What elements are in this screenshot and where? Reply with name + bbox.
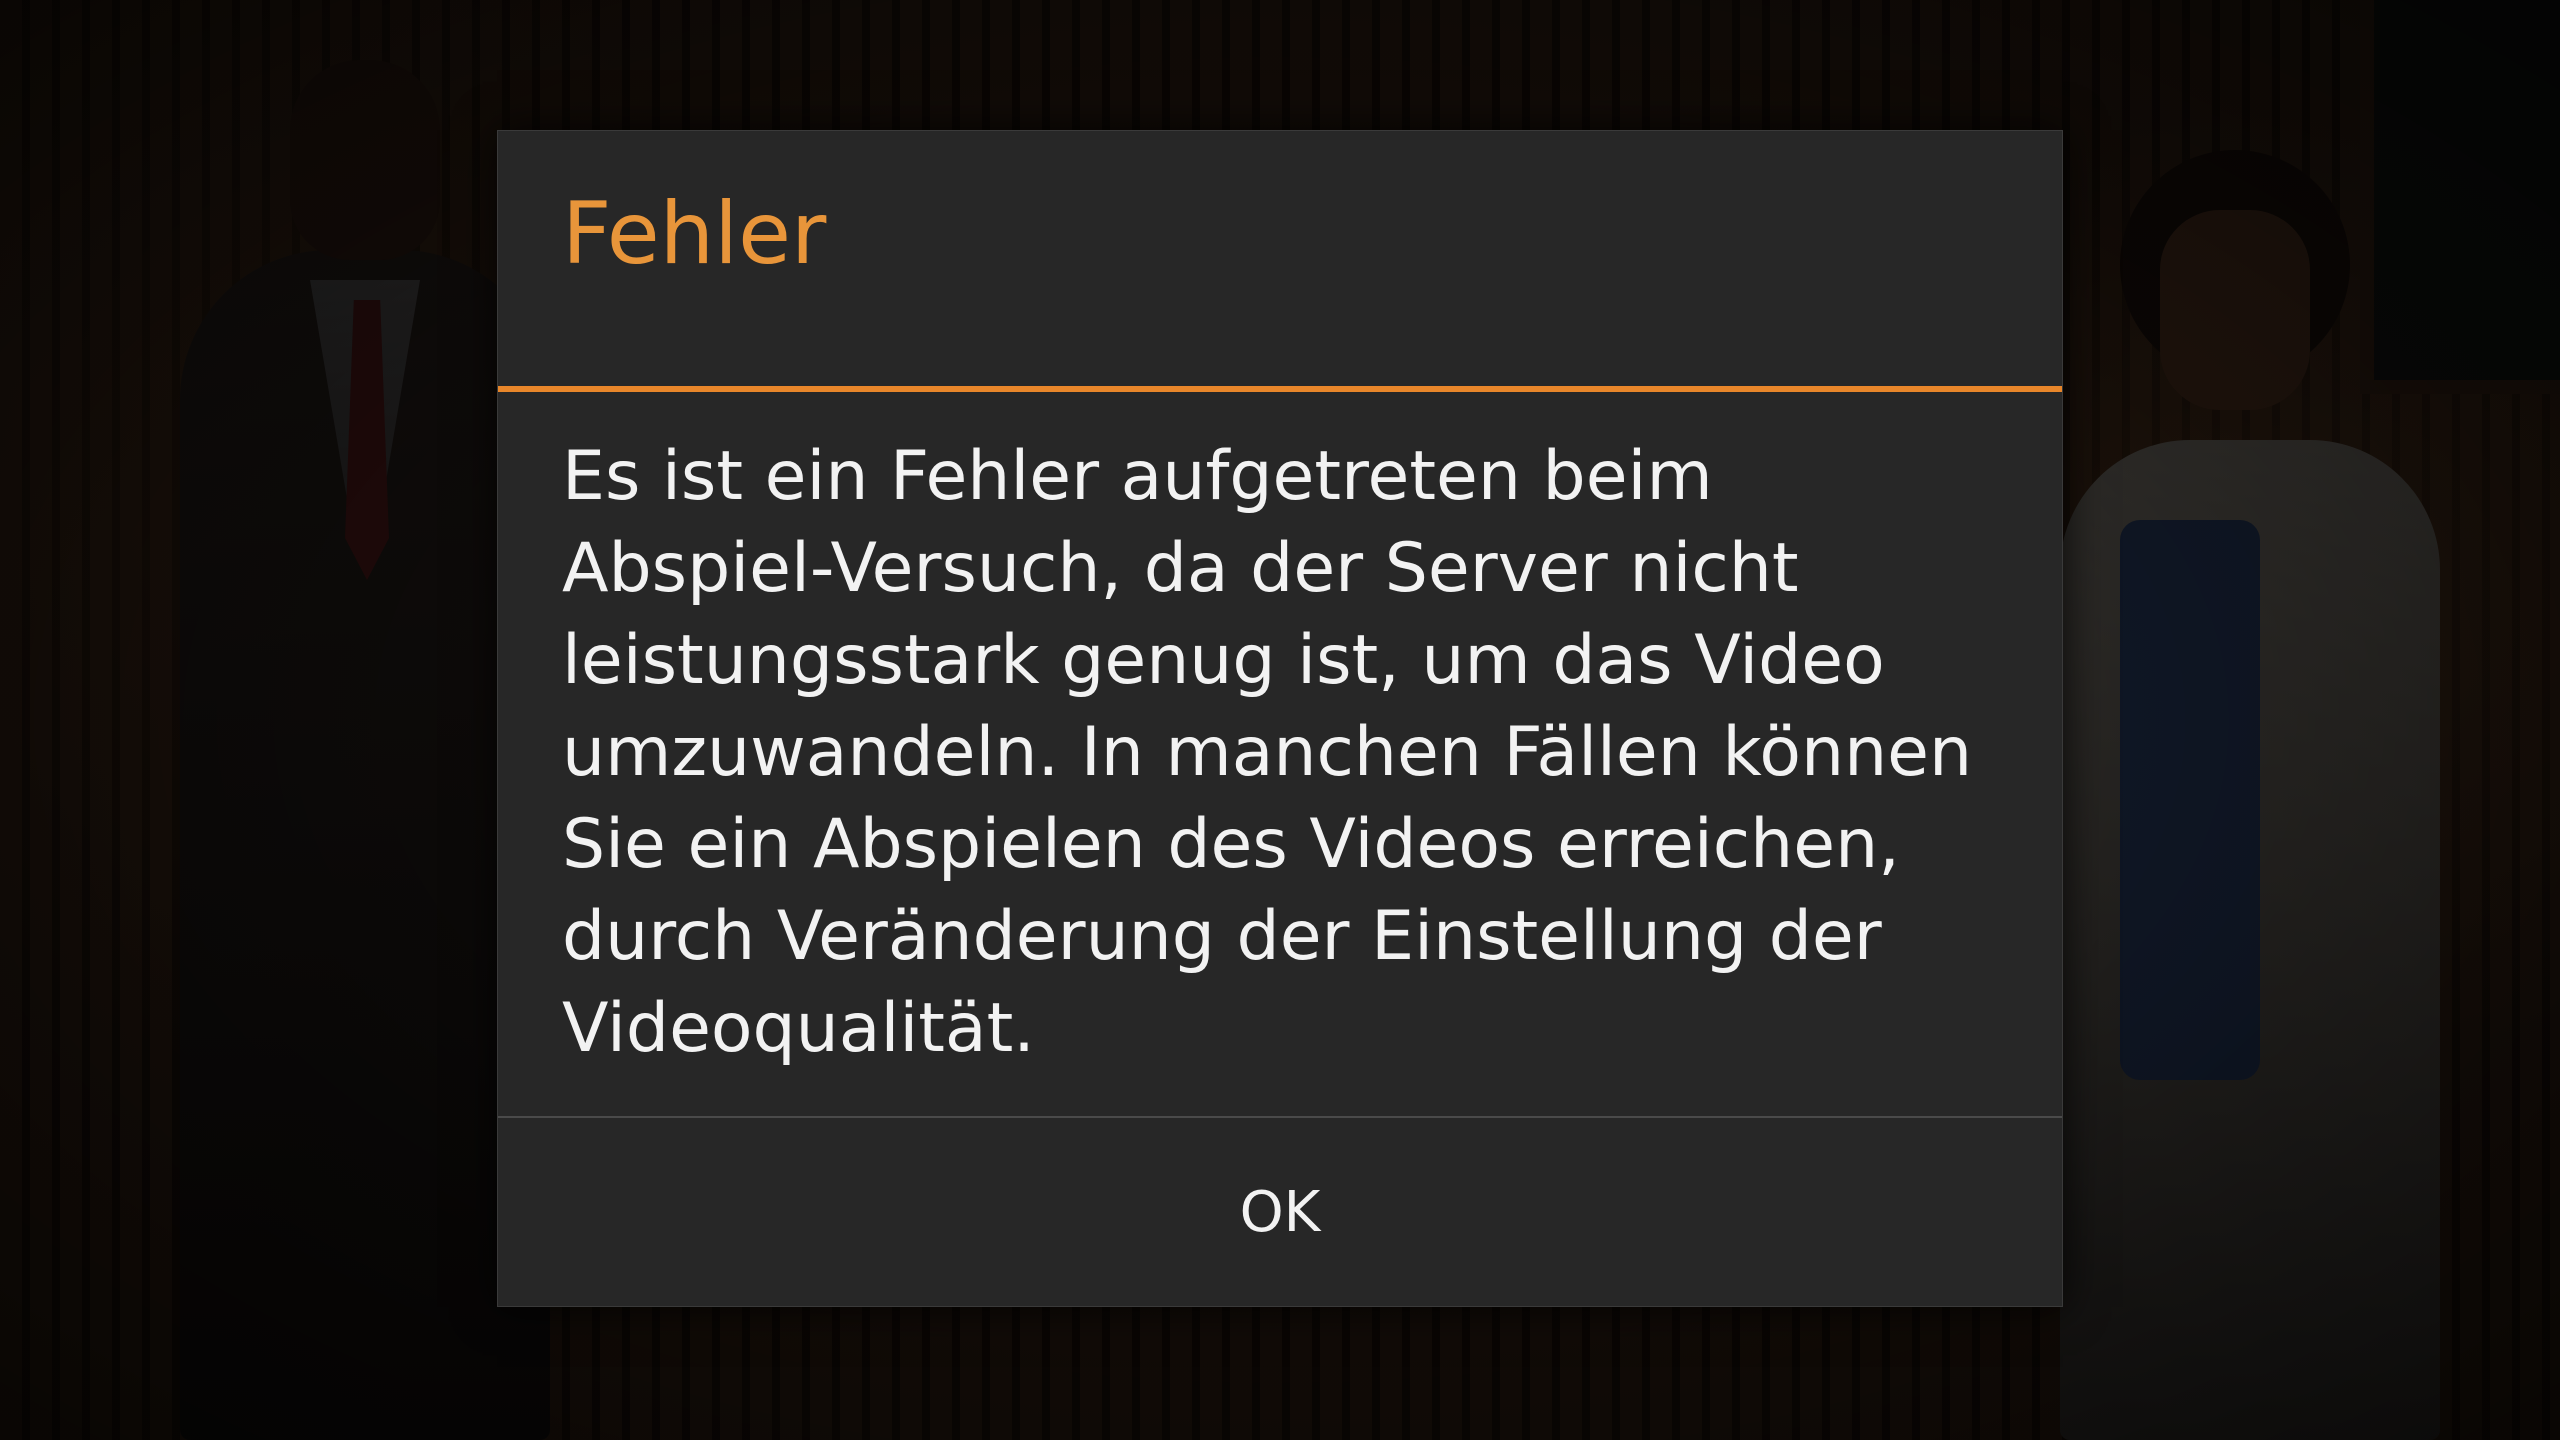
dialog-title: Fehler xyxy=(562,184,827,284)
ok-button[interactable]: OK xyxy=(498,1118,2062,1306)
screen: Fehler Es ist ein Fehler aufgetreten bei… xyxy=(0,0,2560,1440)
error-dialog: Fehler Es ist ein Fehler aufgetreten bei… xyxy=(497,130,2063,1307)
dialog-message: Es ist ein Fehler aufgetreten beim Abspi… xyxy=(562,437,1973,1068)
title-divider xyxy=(498,386,2062,392)
